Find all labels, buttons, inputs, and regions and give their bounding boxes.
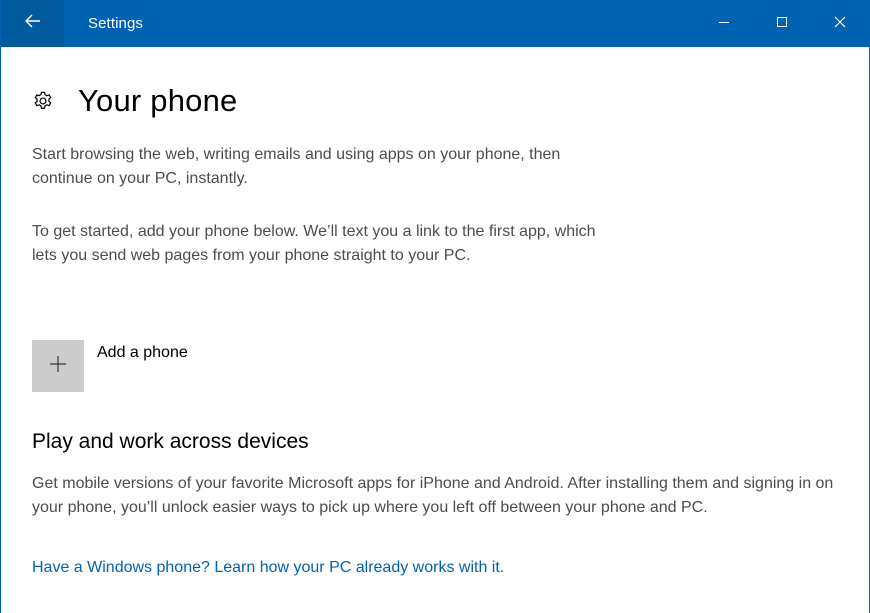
window-title: Settings — [88, 15, 143, 32]
gear-icon — [32, 90, 54, 112]
back-arrow-icon — [24, 14, 41, 33]
minimize-button[interactable] — [695, 0, 753, 47]
add-phone-label: Add a phone — [97, 344, 188, 361]
close-button[interactable] — [811, 0, 869, 47]
close-icon — [834, 15, 846, 33]
caption-buttons — [695, 0, 869, 47]
settings-content: Your phone Start browsing the web, writi… — [32, 47, 849, 576]
add-phone-button[interactable]: Add a phone — [32, 340, 188, 392]
maximize-button[interactable] — [753, 0, 811, 47]
title-bar: Settings — [1, 0, 869, 47]
intro-text: Start browsing the web, writing emails a… — [32, 146, 561, 187]
add-phone-tile[interactable] — [32, 340, 84, 392]
minimize-icon — [718, 15, 730, 33]
plus-icon — [49, 355, 67, 378]
settings-window: Settings Your phone Start browsing the w… — [0, 0, 870, 613]
windows-phone-link[interactable]: Have a Windows phone? Learn how your PC … — [32, 559, 504, 577]
instructions-text: To get started, add your phone below. We… — [32, 223, 596, 264]
maximize-icon — [776, 15, 788, 33]
page-title: Your phone — [78, 83, 238, 118]
section-body: Get mobile versions of your favorite Mic… — [32, 475, 834, 516]
back-button[interactable] — [1, 0, 64, 47]
page-heading: Your phone — [32, 83, 849, 119]
section-title: Play and work across devices — [32, 430, 309, 453]
